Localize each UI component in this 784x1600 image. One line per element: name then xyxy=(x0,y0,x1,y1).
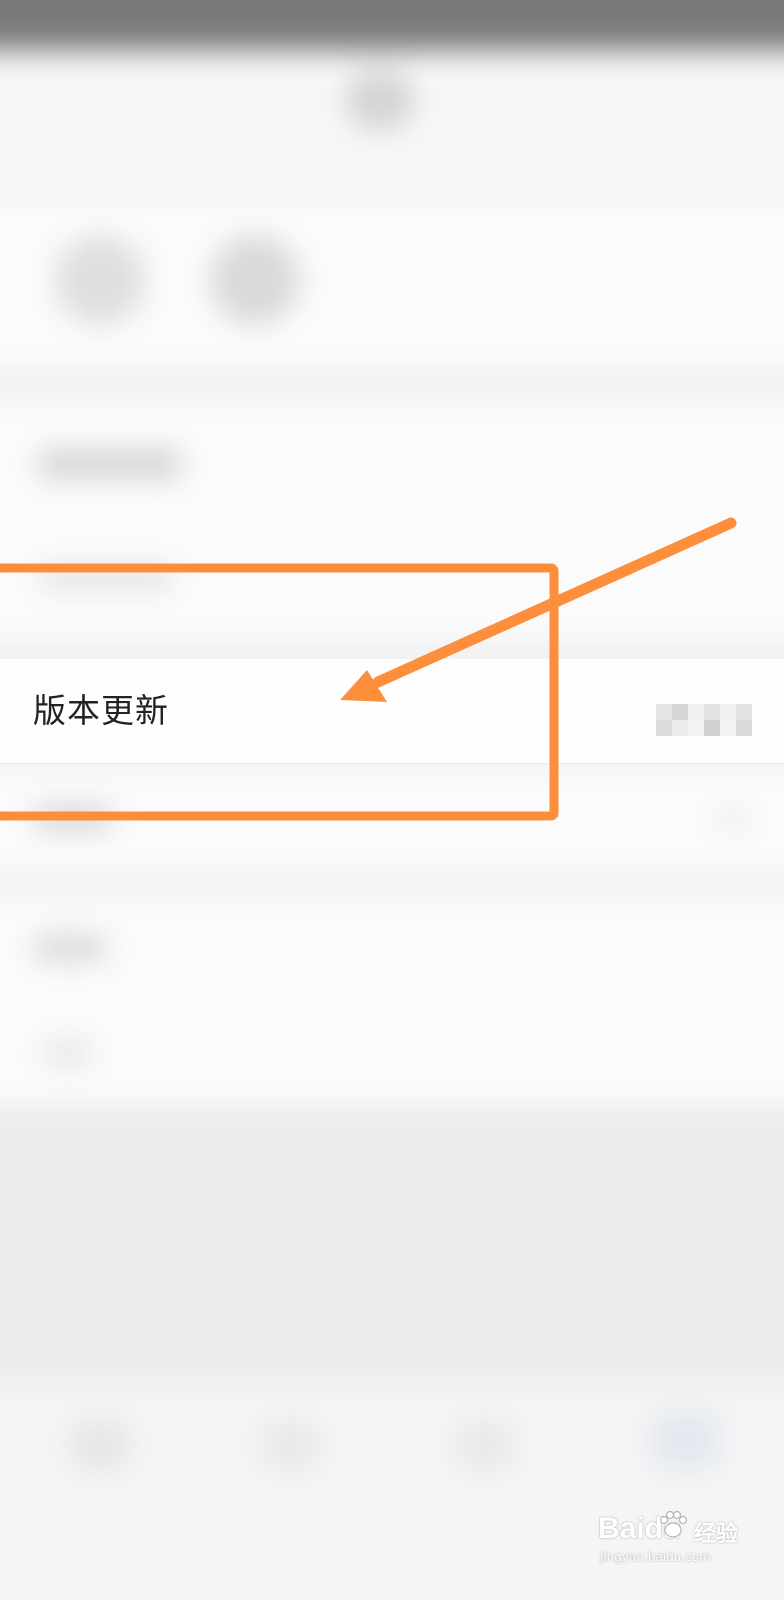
section-divider xyxy=(0,370,784,400)
settings-list-blurred xyxy=(0,400,784,640)
mosaic-cell xyxy=(720,704,736,720)
list-item-blurred xyxy=(35,935,105,961)
list-item-blurred xyxy=(45,1040,90,1066)
list-item-blurred xyxy=(35,805,110,831)
mosaic-cell xyxy=(720,720,736,736)
avatar-blurred xyxy=(55,235,145,325)
nav-tab-blurred xyxy=(455,1420,515,1470)
blurred-background xyxy=(0,0,784,1600)
mosaic-cell xyxy=(736,704,752,720)
mosaic-cell xyxy=(704,704,720,720)
nav-tab-blurred xyxy=(650,1410,720,1470)
settings-list-blurred xyxy=(0,895,784,1105)
mosaic-cell xyxy=(688,704,704,720)
list-item-blurred xyxy=(40,565,170,589)
mosaic-cell xyxy=(672,704,688,720)
baidu-jingyan-watermark: Baidu 经验 jingyan.baidu.com xyxy=(598,1508,748,1564)
watermark-url: jingyan.baidu.com xyxy=(600,1550,711,1564)
settings-list-blurred xyxy=(0,770,784,875)
list-item-blurred xyxy=(40,450,180,478)
app-screen: 版本更新 Baidu 经验 jingyan.baidu.com xyxy=(0,0,784,1600)
mosaic-cell xyxy=(704,720,720,736)
mosaic-cell xyxy=(736,720,752,736)
header-title-blurred xyxy=(345,70,415,130)
status-bar-blurred xyxy=(0,0,784,50)
mosaic-cell xyxy=(688,720,704,736)
section-divider xyxy=(0,875,784,895)
paw-icon xyxy=(659,1510,688,1538)
mosaic-cell xyxy=(656,720,672,736)
version-number-mosaic xyxy=(656,704,752,736)
section-divider xyxy=(0,640,784,658)
list-item-value-blurred xyxy=(715,810,750,828)
empty-area-blurred xyxy=(0,1105,784,1385)
watermark-brand-cn: 经验 xyxy=(694,1522,739,1547)
mosaic-cell xyxy=(656,704,672,720)
mosaic-cell xyxy=(672,720,688,736)
nav-tab-blurred xyxy=(260,1420,320,1470)
settings-item-label: 版本更新 xyxy=(33,691,169,730)
avatar-blurred xyxy=(210,235,300,325)
nav-tab-blurred xyxy=(70,1420,130,1470)
